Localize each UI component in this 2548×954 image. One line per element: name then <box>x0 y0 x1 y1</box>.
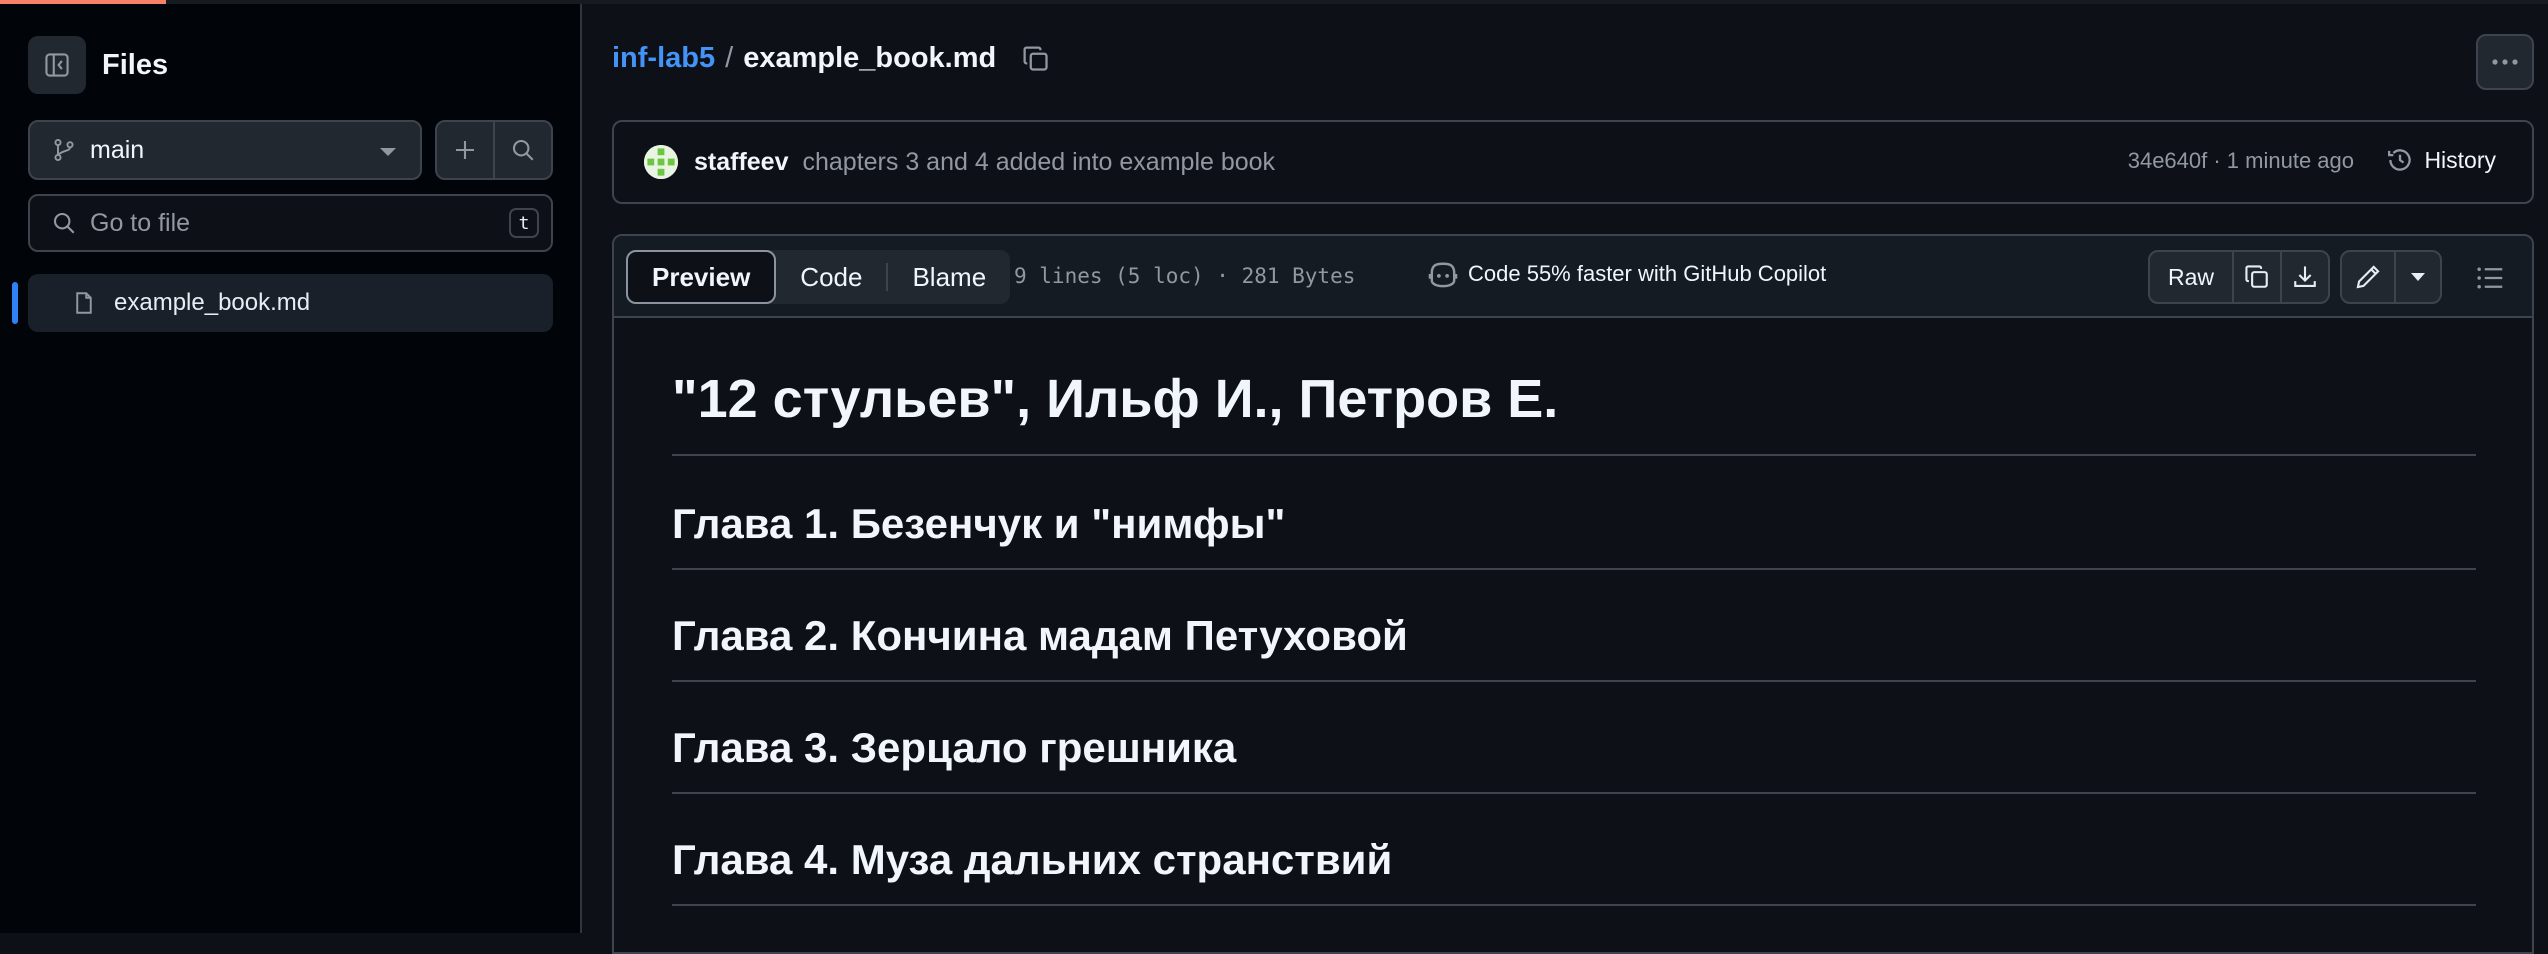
breadcrumb-file: example_book.md <box>743 42 997 74</box>
commit-meta[interactable]: 34e640f · 1 minute ago <box>2128 148 2354 174</box>
go-to-file-placeholder: Go to file <box>90 208 191 237</box>
chapter-heading: Глава 1. Безенчук и "нимфы" <box>672 500 2476 570</box>
file-line-info: 9 lines (5 loc) · 281 Bytes <box>1014 264 1356 288</box>
search-code-button[interactable] <box>493 122 551 178</box>
copy-icon <box>2245 265 2268 288</box>
file-viewer: Preview Code Blame 9 lines (5 loc) · 281… <box>612 234 2534 954</box>
copy-icon <box>1023 45 1048 71</box>
file-icon <box>76 292 92 314</box>
breadcrumb-separator: / <box>725 42 734 74</box>
git-branch-icon <box>54 138 74 162</box>
active-item-indicator <box>12 282 18 324</box>
collapse-sidebar-button[interactable] <box>28 36 86 94</box>
list-unordered-icon <box>2477 267 2503 289</box>
edit-button-group <box>2340 250 2442 304</box>
copilot-promo-link[interactable]: Code 55% faster with GitHub Copilot <box>1428 260 1826 288</box>
add-file-button[interactable] <box>437 122 493 178</box>
main-content: inf-lab5 / example_book.md staffeev chap… <box>584 4 2548 954</box>
raw-button[interactable]: Raw <box>2150 252 2232 302</box>
sidebar-header: Files <box>28 36 168 94</box>
book-title-heading: "12 стульев", Ильф И., Петров Е. <box>672 368 2476 456</box>
sidebar-title: Files <box>102 48 169 81</box>
tab-preview[interactable]: Preview <box>626 250 777 304</box>
history-icon <box>2388 149 2412 171</box>
history-button[interactable]: History <box>2386 146 2496 174</box>
file-header: Preview Code Blame 9 lines (5 loc) · 281… <box>614 236 2532 318</box>
branch-selector[interactable]: main <box>28 120 422 180</box>
chapter-heading: Глава 3. Зерцало грешника <box>672 724 2476 794</box>
breadcrumb-repo-link[interactable]: inf-lab5 <box>612 42 715 75</box>
kebab-horizontal-icon <box>2492 59 2518 65</box>
pencil-icon <box>2356 265 2380 289</box>
outline-button[interactable] <box>2470 258 2510 298</box>
more-options-button[interactable] <box>2476 34 2534 90</box>
keyboard-shortcut-hint: t <box>509 208 539 238</box>
file-tree-sidebar: Files main Go to file t example_book.md <box>0 4 582 933</box>
chapter-heading: Глава 4. Муза дальних странствий <box>672 836 2476 906</box>
download-button[interactable] <box>2280 252 2328 302</box>
identicon-icon <box>644 145 678 179</box>
sidebar-actions <box>435 120 553 180</box>
commit-author[interactable]: staffeev <box>694 148 789 177</box>
search-icon <box>512 139 534 161</box>
plus-icon <box>456 141 474 159</box>
edit-options-dropdown[interactable] <box>2394 252 2440 302</box>
avatar[interactable] <box>644 145 678 179</box>
view-mode-tabs: Preview Code Blame <box>626 250 1011 304</box>
tab-blame[interactable]: Blame <box>888 250 1010 304</box>
raw-copy-download-group: Raw <box>2148 250 2331 304</box>
copy-raw-button[interactable] <box>2232 252 2280 302</box>
copilot-promo-text: Code 55% faster with GitHub Copilot <box>1468 261 1827 286</box>
breadcrumb: inf-lab5 / example_book.md <box>612 42 1050 75</box>
latest-commit-bar: staffeev chapters 3 and 4 added into exa… <box>612 120 2534 204</box>
chapter-heading: Глава 2. Кончина мадам Петуховой <box>672 612 2476 682</box>
chevron-down-icon <box>380 148 396 156</box>
app: Files main Go to file t example_book.md <box>0 4 2548 954</box>
tab-code[interactable]: Code <box>776 250 886 304</box>
sidebar-collapse-icon <box>45 53 69 77</box>
tree-item-label: example_book.md <box>114 289 311 316</box>
branch-name: main <box>90 135 145 164</box>
copy-path-button[interactable] <box>1022 45 1050 73</box>
edit-file-button[interactable] <box>2342 252 2394 302</box>
download-icon <box>2294 266 2316 287</box>
go-to-file-input[interactable]: Go to file t <box>28 194 553 252</box>
copilot-icon <box>1428 262 1458 288</box>
commit-message[interactable]: chapters 3 and 4 added into example book <box>803 148 1276 177</box>
search-icon <box>53 212 75 234</box>
history-label: History <box>2424 146 2496 173</box>
markdown-preview: "12 стульев", Ильф И., Петров Е. Глава 1… <box>614 318 2532 952</box>
tree-item-example-book[interactable]: example_book.md <box>28 274 553 332</box>
triangle-down-icon <box>2411 273 2425 281</box>
